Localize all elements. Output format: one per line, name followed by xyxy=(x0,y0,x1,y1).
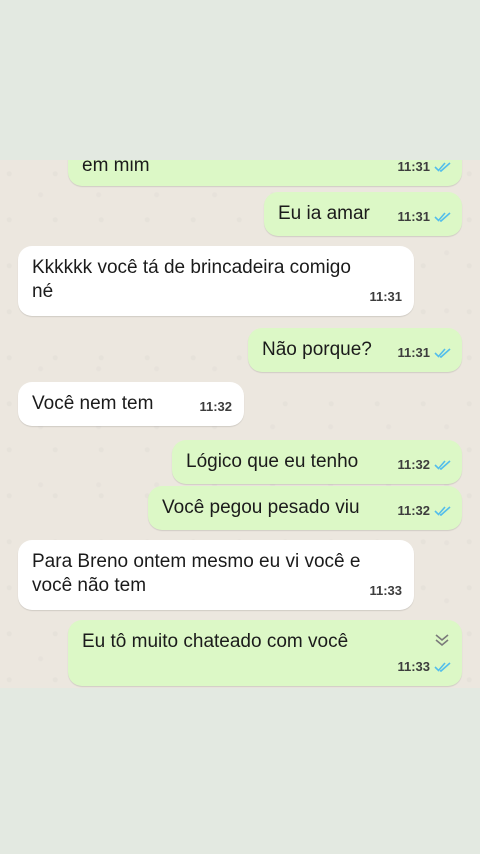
message-meta: 11:32 xyxy=(397,453,452,477)
message-meta: 11:32 xyxy=(199,395,232,419)
message-time: 11:33 xyxy=(369,583,402,598)
message-time: 11:31 xyxy=(397,345,430,360)
message-text: Você nem tem xyxy=(32,393,154,414)
message-text: Para Breno ontem mesmo eu vi você e você… xyxy=(32,551,361,596)
message-meta: 11:31 xyxy=(397,341,452,365)
message-time: 11:33 xyxy=(397,659,430,674)
message-meta: 11:31 xyxy=(397,205,452,229)
message-text: Não porque? xyxy=(262,339,372,360)
message-time: 11:31 xyxy=(369,289,402,304)
message-time: 11:31 xyxy=(397,209,430,224)
message-bubble-incoming[interactable]: Para Breno ontem mesmo eu vi você e você… xyxy=(18,540,414,610)
message-time: 11:31 xyxy=(397,160,430,174)
message-bubble-incoming[interactable]: Kkkkkk você tá de brincadeira comigo né … xyxy=(18,246,414,316)
message-meta: 11:31 xyxy=(369,285,402,309)
message-text: Lógico que eu tenho xyxy=(186,451,359,472)
message-meta: 11:33 xyxy=(397,655,452,679)
message-time: 11:32 xyxy=(199,399,232,414)
message-text: Eu tô muito chateado com você xyxy=(82,631,349,652)
message-bubble-outgoing[interactable]: Não porque? 11:31 xyxy=(248,328,462,372)
message-text: em mim xyxy=(82,160,150,176)
message-text: Você pegou pesado viu xyxy=(162,497,360,518)
double-check-icon xyxy=(434,211,452,223)
message-bubble-outgoing[interactable]: em mim 11:31 xyxy=(68,160,462,186)
double-check-icon xyxy=(434,459,452,471)
message-meta: 11:33 xyxy=(369,579,402,603)
message-bubble-outgoing[interactable]: Eu tô muito chateado com você 11:33 xyxy=(68,620,462,686)
double-check-icon xyxy=(434,347,452,359)
message-bubble-outgoing[interactable]: Eu ia amar 11:31 xyxy=(264,192,462,236)
bottom-blurred-area xyxy=(0,688,480,854)
message-meta: 11:32 xyxy=(397,499,452,523)
message-bubble-outgoing[interactable]: Lógico que eu tenho 11:32 xyxy=(172,440,462,484)
top-blurred-area xyxy=(0,0,480,160)
message-text: Kkkkkk você tá de brincadeira comigo né xyxy=(32,257,351,302)
message-time: 11:32 xyxy=(397,457,430,472)
double-check-icon xyxy=(434,661,452,673)
chevron-down-icon[interactable] xyxy=(432,630,452,650)
double-check-icon xyxy=(434,505,452,517)
message-meta: 11:31 xyxy=(397,160,452,179)
chat-area[interactable]: em mim 11:31 Eu ia amar 11:31 Kkkkkk voc… xyxy=(0,160,480,688)
double-check-icon xyxy=(434,161,452,173)
message-bubble-incoming[interactable]: Você nem tem 11:32 xyxy=(18,382,244,426)
message-time: 11:32 xyxy=(397,503,430,518)
message-text: Eu ia amar xyxy=(278,203,370,224)
message-bubble-outgoing[interactable]: Você pegou pesado viu 11:32 xyxy=(148,486,462,530)
